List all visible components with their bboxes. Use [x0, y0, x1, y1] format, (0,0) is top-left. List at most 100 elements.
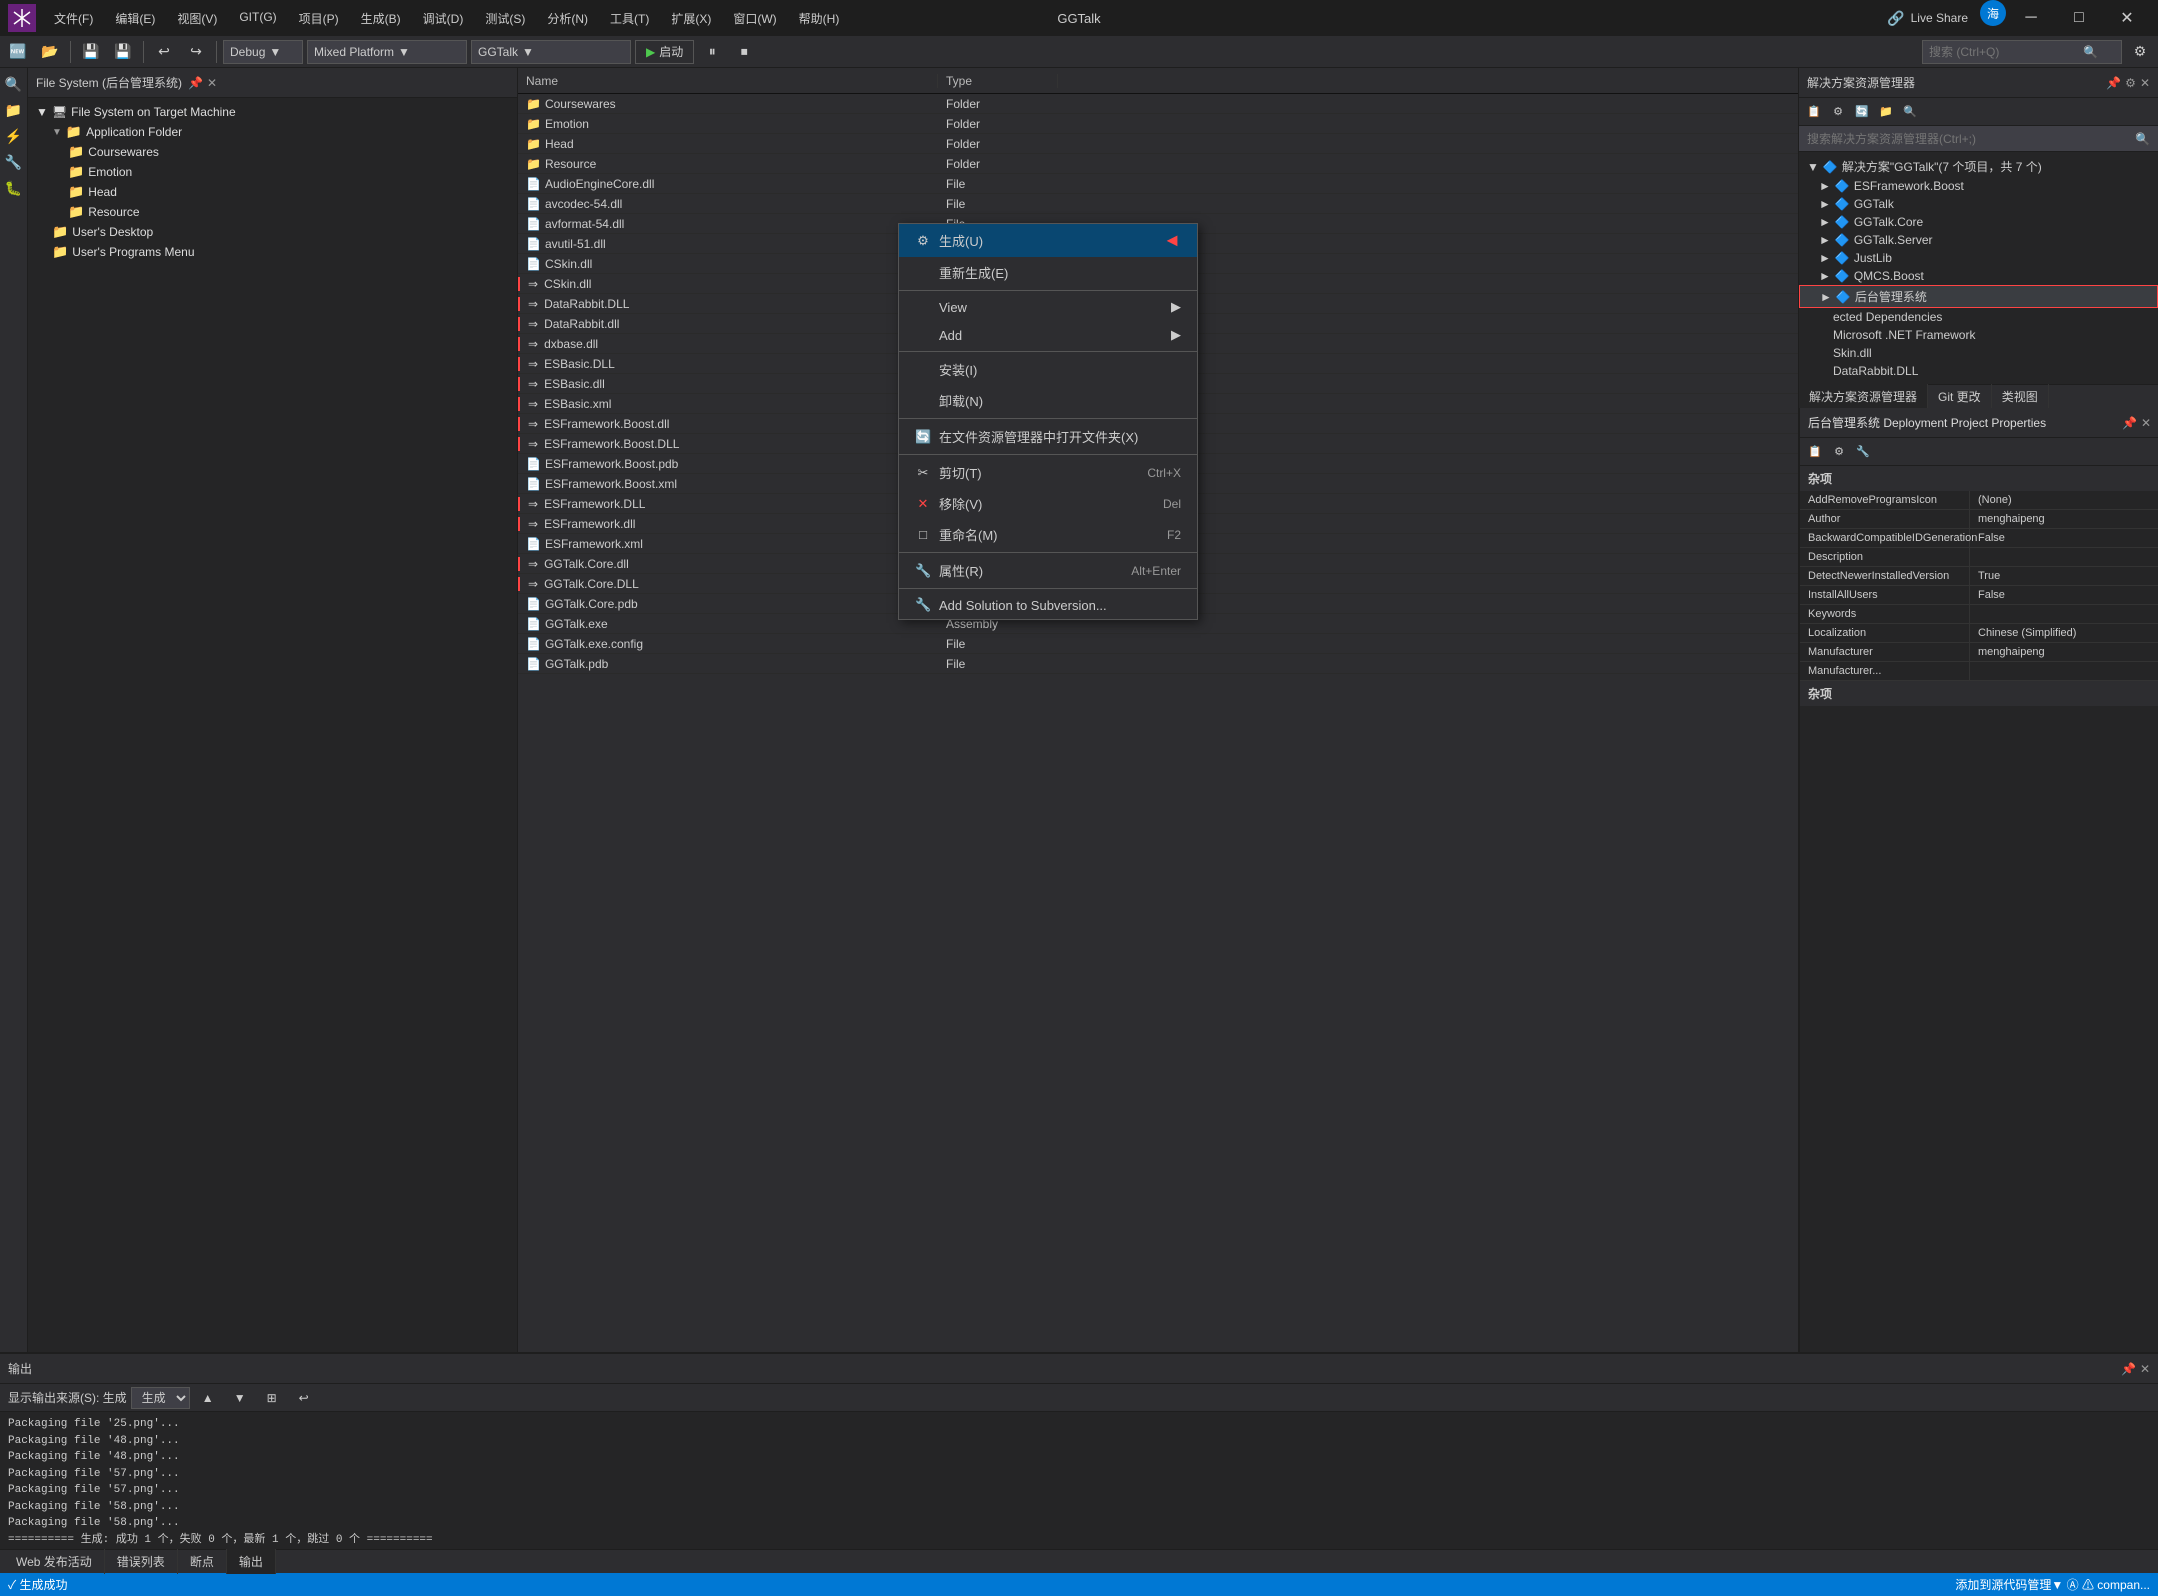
sol-pin-icon[interactable]: 📌 — [2106, 76, 2121, 90]
tree-item-head[interactable]: 📁 Head — [28, 182, 517, 202]
side-icon-5[interactable]: 🐛 — [2, 176, 26, 200]
list-item[interactable]: 📁Emotion Folder — [518, 114, 1798, 134]
save-all-btn[interactable]: 💾 — [109, 39, 137, 65]
props-val[interactable]: False — [1970, 529, 2158, 547]
sol-sub-dotnet[interactable]: Microsoft .NET Framework — [1799, 326, 2158, 344]
menu-help[interactable]: 帮助(H) — [789, 6, 850, 31]
list-item[interactable]: 📄avcodec-54.dll File — [518, 194, 1798, 214]
sol-close-icon[interactable]: ✕ — [2140, 76, 2150, 90]
ctx-add[interactable]: Add ▶ — [899, 321, 1197, 349]
ctx-uninstall[interactable]: 卸载(N) — [899, 385, 1197, 416]
project-dropdown[interactable]: GGTalk ▼ — [471, 40, 631, 64]
menu-tools[interactable]: 工具(T) — [600, 6, 659, 31]
minimize-button[interactable]: ─ — [2008, 0, 2054, 36]
output-btn-up[interactable]: ▲ — [194, 1385, 222, 1411]
panel-pin-icon[interactable]: 📌 — [188, 76, 203, 90]
tree-item-appfolder[interactable]: ▼ 📁 Application Folder — [28, 122, 517, 142]
platform-dropdown[interactable]: Mixed Platform ▼ — [307, 40, 467, 64]
search-input[interactable] — [1929, 45, 2079, 59]
menu-window[interactable]: 窗口(W) — [723, 6, 786, 31]
menu-build[interactable]: 生成(B) — [351, 6, 411, 31]
sol-sub-datarabbit[interactable]: DataRabbit.DLL — [1799, 362, 2158, 380]
side-icon-3[interactable]: ⚡ — [2, 124, 26, 148]
props-val[interactable] — [1970, 605, 2158, 623]
menu-edit[interactable]: 编辑(E) — [105, 6, 165, 31]
btab-web[interactable]: Web 发布活动 — [4, 1549, 105, 1574]
tree-item-emotion[interactable]: 📁 Emotion — [28, 162, 517, 182]
toolbar-settings[interactable]: ⚙ — [2126, 39, 2154, 65]
output-btn-wrap[interactable]: ↩ — [290, 1385, 318, 1411]
sol-item-esframework[interactable]: ► 🔷 ESFramework.Boost — [1799, 177, 2158, 195]
sol-tab-class[interactable]: 类视图 — [1992, 384, 2049, 409]
sol-item-ggtalk[interactable]: ► 🔷 GGTalk — [1799, 195, 2158, 213]
undo-btn[interactable]: ↩ — [150, 39, 178, 65]
maximize-button[interactable]: □ — [2056, 0, 2102, 36]
sol-item-ggtalk-core[interactable]: ► 🔷 GGTalk.Core — [1799, 213, 2158, 231]
new-project-btn[interactable]: 🆕 — [4, 39, 32, 65]
menu-debug[interactable]: 调试(D) — [413, 6, 474, 31]
btab-output[interactable]: 输出 — [227, 1549, 276, 1574]
props-pin-icon[interactable]: 📌 — [2122, 416, 2137, 430]
close-button[interactable]: ✕ — [2104, 0, 2150, 36]
sol-toolbar-btn-4[interactable]: 📁 — [1875, 101, 1897, 123]
list-item[interactable]: 📄AudioEngineCore.dll File — [518, 174, 1798, 194]
side-icon-1[interactable]: 🔍 — [2, 72, 26, 96]
ctx-view[interactable]: View ▶ — [899, 293, 1197, 321]
output-close-icon[interactable]: ✕ — [2140, 1362, 2150, 1376]
side-icon-2[interactable]: 📁 — [2, 98, 26, 122]
props-val[interactable]: Chinese (Simplified) — [1970, 624, 2158, 642]
list-item[interactable]: 📁Coursewares Folder — [518, 94, 1798, 114]
props-val[interactable]: False — [1970, 586, 2158, 604]
tree-item-coursewares[interactable]: 📁 Coursewares — [28, 142, 517, 162]
output-pin-icon[interactable]: 📌 — [2121, 1362, 2136, 1376]
ctx-build[interactable]: ⚙ 生成(U) ◄ — [899, 224, 1197, 257]
btab-errors[interactable]: 错误列表 — [105, 1549, 178, 1574]
menu-view[interactable]: 视图(V) — [167, 6, 227, 31]
sol-item-backend[interactable]: ► 🔷 后台管理系统 — [1799, 285, 2158, 308]
list-item[interactable]: 📄GGTalk.exe.config File — [518, 634, 1798, 654]
live-share-label[interactable]: Live Share — [1911, 11, 1968, 25]
sol-toolbar-btn-3[interactable]: 🔄 — [1851, 101, 1873, 123]
save-btn[interactable]: 💾 — [77, 39, 105, 65]
ctx-open-folder[interactable]: 🔄 在文件资源管理器中打开文件夹(X) — [899, 421, 1197, 452]
config-dropdown[interactable]: Debug ▼ — [223, 40, 303, 64]
ctx-rebuild[interactable]: 重新生成(E) — [899, 257, 1197, 288]
list-item[interactable]: 📁Head Folder — [518, 134, 1798, 154]
ctx-cut[interactable]: ✂ 剪切(T) Ctrl+X — [899, 457, 1197, 488]
sol-toolbar-btn-1[interactable]: 📋 — [1803, 101, 1825, 123]
props-val[interactable] — [1970, 548, 2158, 566]
user-avatar[interactable]: 海 — [1980, 0, 2006, 26]
side-icon-4[interactable]: 🔧 — [2, 150, 26, 174]
props-val[interactable]: menghaipeng — [1970, 643, 2158, 661]
sol-toolbar-btn-2[interactable]: ⚙ — [1827, 101, 1849, 123]
toolbar-btn-extra1[interactable]: ⏸ — [698, 39, 726, 65]
list-item[interactable]: 📁Resource Folder — [518, 154, 1798, 174]
sol-tab-git[interactable]: Git 更改 — [1928, 384, 1992, 409]
menu-file[interactable]: 文件(F) — [44, 6, 103, 31]
run-button[interactable]: ▶ 启动 — [635, 40, 694, 64]
props-val[interactable] — [1970, 662, 2158, 680]
ctx-remove[interactable]: ✕ 移除(V) Del — [899, 488, 1197, 519]
menu-git[interactable]: GIT(G) — [229, 6, 286, 31]
tree-root[interactable]: ▼ 🖥 File System on Target Machine — [28, 102, 517, 122]
tree-item-programs[interactable]: 📁 User's Programs Menu — [28, 242, 517, 262]
output-btn-clear[interactable]: ⊞ — [258, 1385, 286, 1411]
open-btn[interactable]: 📂 — [36, 39, 64, 65]
menu-analyze[interactable]: 分析(N) — [537, 6, 598, 31]
toolbar-btn-extra2[interactable]: ⏹ — [730, 39, 758, 65]
ctx-rename[interactable]: □ 重命名(M) F2 — [899, 519, 1197, 550]
sol-root[interactable]: ▼ 🔷 解决方案"GGTalk"(7 个项目，共 7 个) — [1799, 156, 2158, 177]
props-val[interactable]: (None) — [1970, 491, 2158, 509]
menu-project[interactable]: 项目(P) — [289, 6, 349, 31]
tree-item-desktop[interactable]: 📁 User's Desktop — [28, 222, 517, 242]
output-source-select[interactable]: 生成 — [131, 1387, 190, 1409]
redo-btn[interactable]: ↪ — [182, 39, 210, 65]
props-val[interactable]: True — [1970, 567, 2158, 585]
menu-test[interactable]: 测试(S) — [475, 6, 535, 31]
list-item[interactable]: 📄GGTalk.pdb File — [518, 654, 1798, 674]
ctx-install[interactable]: 安装(I) — [899, 354, 1197, 385]
output-btn-down[interactable]: ▼ — [226, 1385, 254, 1411]
props-group-btn[interactable]: ⚙ — [1828, 441, 1850, 463]
panel-close-icon[interactable]: ✕ — [207, 76, 217, 90]
sol-toolbar-btn-5[interactable]: 🔍 — [1899, 101, 1921, 123]
